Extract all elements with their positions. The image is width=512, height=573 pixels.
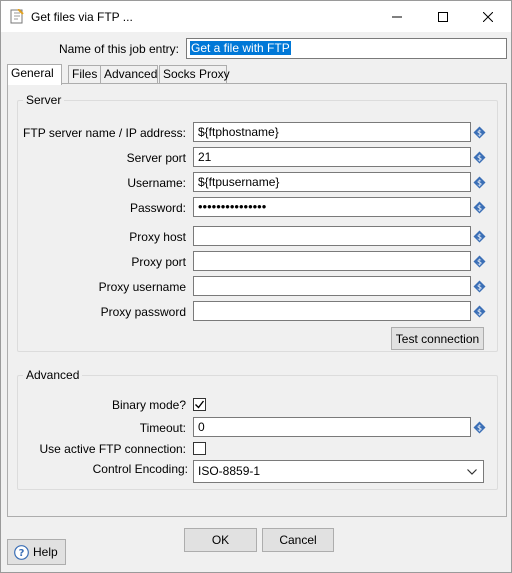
- help-icon: ?: [14, 544, 29, 560]
- variable-icon[interactable]: $: [473, 126, 486, 139]
- password-value: •••••••••••••••: [198, 199, 267, 214]
- timeout-input[interactable]: 0: [193, 417, 471, 437]
- svg-text:$: $: [477, 233, 482, 242]
- username-label: Username:: [127, 176, 186, 190]
- variable-icon[interactable]: $: [473, 201, 486, 214]
- proxy-port-label: Proxy port: [131, 255, 186, 269]
- control-encoding-value: ISO-8859-1: [198, 464, 261, 478]
- variable-icon[interactable]: $: [473, 305, 486, 318]
- username-input[interactable]: ${ftpusername}: [193, 172, 471, 192]
- svg-text:$: $: [477, 424, 482, 433]
- svg-text:$: $: [477, 129, 482, 138]
- tab-socks-proxy-label: Socks Proxy: [163, 67, 230, 81]
- title-bar: Get files via FTP ...: [1, 1, 511, 32]
- tab-advanced-label: Advanced: [104, 67, 158, 81]
- ok-button[interactable]: OK: [184, 528, 257, 552]
- general-tab-panel: Server FTP server name / IP address: ${f…: [7, 83, 507, 517]
- server-port-value: 21: [198, 150, 212, 164]
- job-entry-name-input[interactable]: Get a file with FTP: [186, 38, 507, 59]
- job-entry-icon: [10, 9, 24, 24]
- password-label: Password:: [129, 201, 186, 215]
- variable-icon[interactable]: $: [473, 176, 486, 189]
- svg-text:?: ?: [19, 548, 25, 559]
- proxy-port-input[interactable]: [193, 251, 471, 271]
- server-port-label: Server port: [126, 151, 186, 165]
- svg-text:$: $: [477, 258, 482, 267]
- ftp-server-label: FTP server name / IP address:: [23, 126, 186, 140]
- control-encoding-select[interactable]: ISO-8859-1: [193, 460, 484, 483]
- minimize-icon: [392, 16, 402, 17]
- close-button[interactable]: [465, 1, 511, 32]
- svg-text:$: $: [477, 283, 482, 292]
- proxy-username-input[interactable]: [193, 276, 471, 296]
- svg-text:$: $: [477, 179, 482, 188]
- proxy-password-input[interactable]: [193, 301, 471, 321]
- close-icon: [483, 11, 493, 22]
- control-encoding-label: Control Encoding:: [92, 462, 188, 476]
- active-ftp-checkbox[interactable]: [193, 442, 206, 455]
- tab-files[interactable]: Files: [68, 65, 102, 84]
- variable-icon[interactable]: $: [473, 151, 486, 164]
- variable-icon[interactable]: $: [473, 421, 486, 434]
- help-label: Help: [33, 545, 58, 559]
- proxy-password-label: Proxy password: [100, 305, 186, 319]
- proxy-host-input[interactable]: [193, 226, 471, 246]
- cancel-label: Cancel: [279, 533, 317, 547]
- username-value: ${ftpusername}: [198, 175, 280, 189]
- timeout-value: 0: [198, 420, 205, 434]
- ftp-server-input[interactable]: ${ftphostname}: [193, 122, 471, 142]
- minimize-button[interactable]: [374, 1, 420, 32]
- proxy-host-label: Proxy host: [129, 230, 186, 244]
- maximize-icon: [438, 11, 448, 22]
- variable-icon[interactable]: $: [473, 230, 486, 243]
- svg-text:$: $: [477, 154, 482, 163]
- job-entry-name-label: Name of this job entry:: [58, 42, 179, 56]
- proxy-username-label: Proxy username: [98, 280, 186, 294]
- test-connection-label: Test connection: [395, 331, 480, 346]
- tab-socks-proxy[interactable]: Socks Proxy: [159, 65, 230, 84]
- help-button[interactable]: ? Help: [7, 539, 66, 565]
- advanced-group-title: Advanced: [23, 368, 83, 382]
- svg-text:$: $: [477, 204, 482, 213]
- svg-text:$: $: [477, 308, 482, 317]
- window-title: Get files via FTP ...: [31, 10, 133, 24]
- test-connection-button[interactable]: Test connection: [391, 327, 484, 350]
- checkmark-icon: [195, 400, 205, 409]
- timeout-label: Timeout:: [139, 421, 186, 435]
- tab-files-label: Files: [72, 67, 98, 81]
- binary-mode-label: Binary mode?: [111, 398, 186, 412]
- ok-label: OK: [211, 533, 230, 547]
- binary-mode-checkbox[interactable]: [193, 398, 206, 411]
- ftp-server-value: ${ftphostname}: [198, 125, 279, 139]
- tab-advanced[interactable]: Advanced: [100, 65, 158, 84]
- dialog-window: Get files via FTP ... Name of this job e…: [0, 0, 512, 573]
- password-input[interactable]: •••••••••••••••: [193, 197, 471, 217]
- server-group-title: Server: [23, 93, 65, 107]
- active-ftp-label: Use active FTP connection:: [39, 442, 186, 456]
- tab-general[interactable]: General: [7, 64, 62, 85]
- server-port-input[interactable]: 21: [193, 147, 471, 167]
- variable-icon[interactable]: $: [473, 280, 486, 293]
- cancel-button[interactable]: Cancel: [262, 528, 334, 552]
- maximize-button[interactable]: [420, 1, 466, 32]
- tab-general-label: General: [11, 66, 54, 80]
- variable-icon[interactable]: $: [473, 255, 486, 268]
- job-entry-name-value: Get a file with FTP: [190, 41, 291, 55]
- chevron-down-icon: [467, 469, 477, 475]
